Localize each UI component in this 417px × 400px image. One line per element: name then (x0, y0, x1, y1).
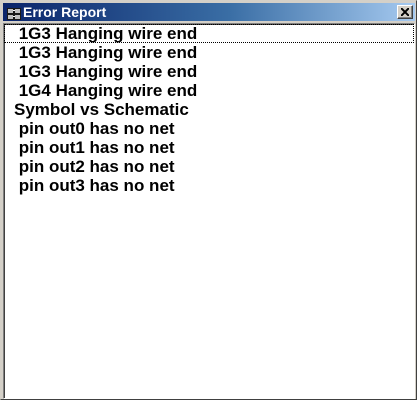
error-list-item[interactable]: pin out2 has no net (4, 157, 414, 176)
error-list-item[interactable]: Symbol vs Schematic (4, 100, 414, 119)
error-report-window: Error Report 1G3 Hanging wire end 1G3 Ha… (0, 0, 417, 400)
error-list[interactable]: 1G3 Hanging wire end 1G3 Hanging wire en… (3, 23, 415, 399)
error-list-item[interactable]: pin out0 has no net (4, 119, 414, 138)
error-report-app-icon (7, 6, 21, 20)
error-list-item[interactable]: 1G4 Hanging wire end (4, 81, 414, 100)
error-list-item[interactable]: 1G3 Hanging wire end (4, 43, 414, 62)
close-button[interactable] (397, 5, 413, 19)
window-title: Error Report (23, 4, 107, 20)
error-list-item[interactable]: 1G3 Hanging wire end (4, 24, 414, 43)
title-bar[interactable]: Error Report (3, 3, 415, 21)
error-list-item[interactable]: pin out1 has no net (4, 138, 414, 157)
error-items: 1G3 Hanging wire end 1G3 Hanging wire en… (4, 24, 414, 195)
error-list-item[interactable]: pin out3 has no net (4, 176, 414, 195)
error-list-item[interactable]: 1G3 Hanging wire end (4, 62, 414, 81)
